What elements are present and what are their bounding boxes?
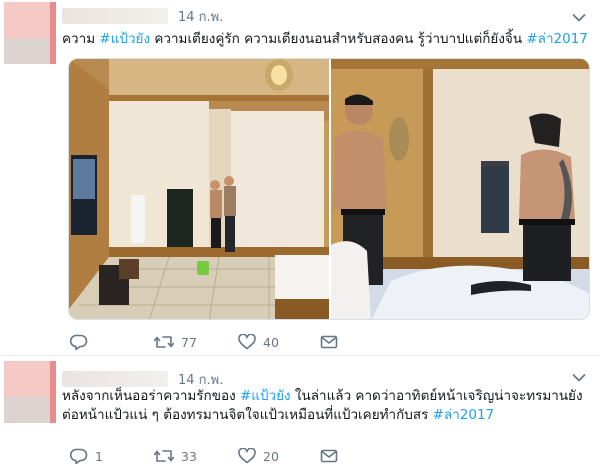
like-button[interactable]: 40 <box>238 332 279 352</box>
tweet-text-segment: ต่อหน้าแป้วแน่ ๆ ต้องทรมานจิตใจแป้วเหมือ… <box>62 407 433 423</box>
retweet-icon <box>154 336 174 348</box>
blurred-user-name[interactable] <box>62 371 168 387</box>
reply-button[interactable] <box>70 332 95 352</box>
hashtag-link[interactable]: #ล่า2017 <box>526 31 588 47</box>
tweet-actions: 1 33 20 <box>70 446 490 466</box>
heart-icon <box>238 334 256 350</box>
hashtag-link[interactable]: #แป้วยัง <box>240 388 291 404</box>
tweet-text-segment: ความเตียงคู่รัก ความเตียงนอนสำหรับสองคน … <box>150 31 527 47</box>
retweet-count: 33 <box>181 448 197 464</box>
media-photo-room[interactable] <box>69 59 329 319</box>
like-count: 20 <box>263 448 279 464</box>
avatar[interactable] <box>4 361 56 423</box>
like-button[interactable]: 20 <box>238 446 279 466</box>
tweet-text-line: หลังจากเห็นออร่าความรักของ #แป้วยัง ในล่… <box>62 387 590 406</box>
blurred-user-name[interactable] <box>62 8 168 24</box>
media-photo-people[interactable] <box>331 59 589 319</box>
tweet-header: 14 ก.พ. <box>62 369 223 389</box>
tweet-actions: 77 40 <box>70 332 490 352</box>
reply-icon <box>70 334 88 350</box>
direct-message-button[interactable] <box>320 332 338 352</box>
tweet-1: 14 ก.พ. ความ #แป้วยัง ความเตียงคู่รัก คว… <box>0 0 600 356</box>
retweet-button[interactable]: 77 <box>154 332 197 352</box>
retweet-count: 77 <box>181 334 197 350</box>
retweet-button[interactable]: 33 <box>154 446 197 466</box>
tweet-header: 14 ก.พ. <box>62 6 223 26</box>
avatar[interactable] <box>4 2 56 64</box>
tweet-media[interactable] <box>68 58 590 320</box>
heart-icon <box>238 448 256 464</box>
tweet-text-segment: ความ <box>62 31 100 47</box>
envelope-icon <box>320 335 338 349</box>
reply-button[interactable]: 1 <box>70 446 103 466</box>
reply-count: 1 <box>95 448 103 464</box>
tweet-text-segment: หลังจากเห็นออร่าความรักของ <box>62 388 240 404</box>
tweet-text-line: ต่อหน้าแป้วแน่ ๆ ต้องทรมานจิตใจแป้วเหมือ… <box>62 406 590 425</box>
like-count: 40 <box>263 334 279 350</box>
tweet-2: 14 ก.พ. หลังจากเห็นออร่าความรักของ #แป้ว… <box>0 357 600 472</box>
retweet-icon <box>154 450 174 462</box>
tweet-text: ความ #แป้วยัง ความเตียงคู่รัก ความเตียงน… <box>62 30 590 49</box>
tweet-text: หลังจากเห็นออร่าความรักของ #แป้วยัง ในล่… <box>62 387 590 425</box>
reply-icon <box>70 448 88 464</box>
chevron-down-icon[interactable] <box>572 373 586 383</box>
hashtag-link[interactable]: #ล่า2017 <box>433 407 495 423</box>
envelope-icon <box>320 449 338 463</box>
direct-message-button[interactable] <box>320 446 338 466</box>
chevron-down-icon[interactable] <box>572 13 586 23</box>
tweet-text-segment: ในล่าแล้ว คาดว่าอาทิตย์หน้าเจริญน่าจะทรม… <box>290 388 583 404</box>
tweet-timestamp[interactable]: 14 ก.พ. <box>178 6 223 27</box>
hashtag-link[interactable]: #แป้วยัง <box>99 31 150 47</box>
